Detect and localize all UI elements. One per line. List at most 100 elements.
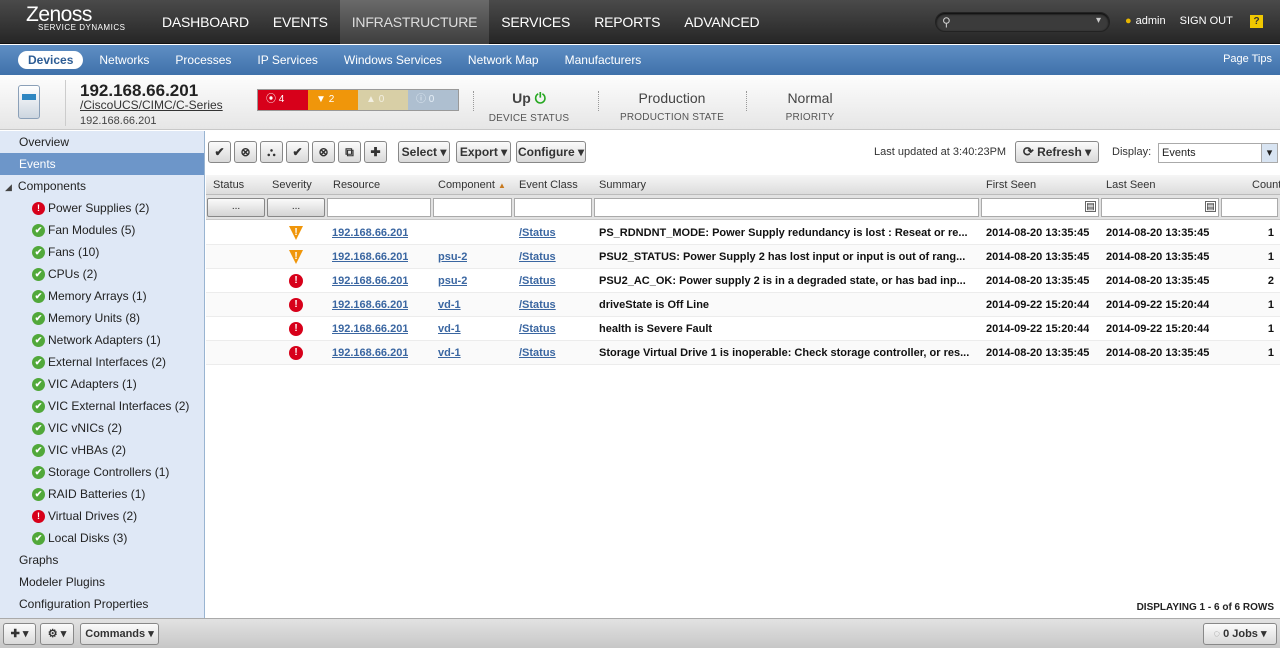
component-link[interactable]: vd-1 bbox=[438, 347, 461, 359]
col-first-seen[interactable]: First Seen bbox=[986, 179, 1036, 191]
col-event-class[interactable]: Event Class bbox=[519, 179, 578, 191]
warning-count[interactable]: ▲ 0 bbox=[358, 90, 408, 110]
calendar-icon[interactable]: ▤ bbox=[1085, 201, 1096, 212]
device-class-link[interactable]: /CiscoUCS/CIMC/C-Series bbox=[80, 98, 223, 112]
sidebar-component-item[interactable]: ✔ Memory Units (8) bbox=[0, 307, 204, 329]
resource-link[interactable]: 192.168.66.201 bbox=[332, 251, 408, 263]
critical-count[interactable]: ⦿ 4 bbox=[258, 90, 308, 110]
sidebar-item-overview[interactable]: Overview bbox=[0, 131, 204, 153]
summary-filter-input[interactable] bbox=[594, 198, 979, 217]
event-class-link[interactable]: /Status bbox=[519, 347, 556, 359]
chevron-down-icon[interactable]: ▾ bbox=[1261, 144, 1277, 162]
sidebar-component-item[interactable]: ! Virtual Drives (2) bbox=[0, 505, 204, 527]
sidebar-item-events[interactable]: Events bbox=[0, 153, 204, 175]
info-count[interactable]: ⓘ 0 bbox=[408, 90, 458, 110]
count-filter-input[interactable] bbox=[1221, 198, 1278, 217]
sidebar-component-item[interactable]: ✔ Fans (10) bbox=[0, 241, 204, 263]
resource-link[interactable]: 192.168.66.201 bbox=[332, 299, 408, 311]
display-select[interactable]: Events ▾ bbox=[1158, 143, 1278, 163]
acknowledge-button[interactable]: ✔ bbox=[208, 141, 231, 163]
help-icon[interactable]: ? bbox=[1250, 15, 1263, 28]
table-row[interactable]: ! 192.168.66.201/Status PS_RDNDNT_MODE: Po… bbox=[206, 221, 1280, 245]
subnav-manufacturers[interactable]: Manufacturers bbox=[555, 51, 652, 69]
sidebar-component-item[interactable]: ! Power Supplies (2) bbox=[0, 197, 204, 219]
table-row[interactable]: ! 192.168.66.201 psu-2/Status PSU2_AC_OK: P… bbox=[206, 269, 1280, 293]
subnav-ip-services[interactable]: IP Services bbox=[247, 51, 327, 69]
table-row[interactable]: ! 192.168.66.201 vd-1/Status driveState is … bbox=[206, 293, 1280, 317]
zenoss-logo[interactable]: Zenoss SERVICE DYNAMICS bbox=[26, 4, 125, 32]
sidebar-component-item[interactable]: ✔ RAID Batteries (1) bbox=[0, 483, 204, 505]
sign-out-link[interactable]: SIGN OUT bbox=[1180, 15, 1233, 27]
refresh-button[interactable]: ⟳ Refresh ▾ bbox=[1015, 141, 1099, 163]
event-class-filter-input[interactable] bbox=[514, 198, 592, 217]
sidebar-component-item[interactable]: ✔ CPUs (2) bbox=[0, 263, 204, 285]
subnav-devices[interactable]: Devices bbox=[18, 51, 84, 69]
sidebar-component-item[interactable]: ✔ Fan Modules (5) bbox=[0, 219, 204, 241]
calendar-icon[interactable]: ▤ bbox=[1205, 201, 1216, 212]
export-button[interactable]: Export ▾ bbox=[456, 141, 511, 163]
unacknowledge-button[interactable]: ✔ bbox=[286, 141, 309, 163]
sidebar-item-graphs[interactable]: Graphs bbox=[0, 549, 204, 571]
sidebar-component-item[interactable]: ✔ Memory Arrays (1) bbox=[0, 285, 204, 307]
event-class-link[interactable]: /Status bbox=[519, 227, 556, 239]
first-seen-filter-input[interactable]: ▤ bbox=[981, 198, 1099, 217]
reopen-button[interactable]: ⊗ bbox=[312, 141, 335, 163]
sidebar-item-modeler-plugins[interactable]: Modeler Plugins bbox=[0, 571, 204, 593]
nav-reports[interactable]: REPORTS bbox=[582, 0, 672, 44]
sidebar-component-item[interactable]: ✔ VIC External Interfaces (2) bbox=[0, 395, 204, 417]
resource-link[interactable]: 192.168.66.201 bbox=[332, 275, 408, 287]
sidebar-item-configuration-properties[interactable]: Configuration Properties bbox=[0, 593, 204, 615]
close-event-button[interactable]: ⊗ bbox=[234, 141, 257, 163]
table-row[interactable]: ! 192.168.66.201 psu-2/Status PSU2_STATUS: … bbox=[206, 245, 1280, 269]
add-note-button[interactable]: ⧉ bbox=[338, 141, 361, 163]
chevron-down-icon[interactable]: ▾ bbox=[1096, 15, 1101, 26]
select-button[interactable]: Select ▾ bbox=[398, 141, 450, 163]
col-summary[interactable]: Summary bbox=[599, 179, 646, 191]
table-row[interactable]: ! 192.168.66.201 vd-1/Status health is Seve… bbox=[206, 317, 1280, 341]
commands-button[interactable]: Commands ▾ bbox=[80, 623, 159, 645]
component-link[interactable]: psu-2 bbox=[438, 275, 467, 287]
col-status[interactable]: Status bbox=[213, 179, 244, 191]
search-input[interactable]: ⚲ ▾ bbox=[935, 12, 1110, 32]
sidebar-component-item[interactable]: ✔ Storage Controllers (1) bbox=[0, 461, 204, 483]
table-row[interactable]: ! 192.168.66.201 vd-1/Status Storage Virtua… bbox=[206, 341, 1280, 365]
sidebar-component-item[interactable]: ✔ External Interfaces (2) bbox=[0, 351, 204, 373]
sidebar-component-item[interactable]: ✔ Network Adapters (1) bbox=[0, 329, 204, 351]
sidebar-component-item[interactable]: ✔ VIC vNICs (2) bbox=[0, 417, 204, 439]
page-tips-link[interactable]: Page Tips bbox=[1223, 53, 1272, 65]
sidebar-component-item[interactable]: ✔ VIC Adapters (1) bbox=[0, 373, 204, 395]
resource-filter-input[interactable] bbox=[327, 198, 431, 217]
severity-filter-button[interactable]: ... bbox=[267, 198, 325, 217]
nav-services[interactable]: SERVICES bbox=[489, 0, 582, 44]
col-last-seen[interactable]: Last Seen bbox=[1106, 179, 1156, 191]
event-severity-counts[interactable]: ⦿ 4 ▼ 2 ▲ 0 ⓘ 0 bbox=[257, 89, 459, 111]
resource-link[interactable]: 192.168.66.201 bbox=[332, 227, 408, 239]
resource-link[interactable]: 192.168.66.201 bbox=[332, 347, 408, 359]
add-button[interactable]: ✚ ▾ bbox=[3, 623, 36, 645]
event-class-link[interactable]: /Status bbox=[519, 299, 556, 311]
nav-dashboard[interactable]: DASHBOARD bbox=[150, 0, 261, 44]
resource-link[interactable]: 192.168.66.201 bbox=[332, 323, 408, 335]
add-event-button[interactable]: ✚ bbox=[364, 141, 387, 163]
nav-events[interactable]: EVENTS bbox=[261, 0, 340, 44]
col-component[interactable]: Component ▲ bbox=[438, 179, 506, 191]
event-class-link[interactable]: /Status bbox=[519, 251, 556, 263]
col-count[interactable]: Count bbox=[1252, 179, 1280, 191]
component-link[interactable]: vd-1 bbox=[438, 323, 461, 335]
nav-advanced[interactable]: ADVANCED bbox=[672, 0, 771, 44]
caret-down-icon[interactable]: ◢ bbox=[5, 182, 12, 192]
nav-infrastructure[interactable]: INFRASTRUCTURE bbox=[339, 0, 490, 44]
component-link[interactable]: vd-1 bbox=[438, 299, 461, 311]
last-seen-filter-input[interactable]: ▤ bbox=[1101, 198, 1219, 217]
user-menu[interactable]: ● admin bbox=[1125, 15, 1166, 27]
subnav-network-map[interactable]: Network Map bbox=[458, 51, 549, 69]
status-filter-button[interactable]: ... bbox=[207, 198, 265, 217]
gear-menu-button[interactable]: ⚙ ▾ bbox=[40, 623, 74, 645]
event-class-link[interactable]: /Status bbox=[519, 275, 556, 287]
sidebar-group-components[interactable]: ◢ Components bbox=[0, 175, 204, 197]
subnav-windows-services[interactable]: Windows Services bbox=[334, 51, 452, 69]
col-severity[interactable]: Severity bbox=[272, 179, 312, 191]
subnav-networks[interactable]: Networks bbox=[89, 51, 159, 69]
component-link[interactable]: psu-2 bbox=[438, 251, 467, 263]
component-filter-input[interactable] bbox=[433, 198, 512, 217]
